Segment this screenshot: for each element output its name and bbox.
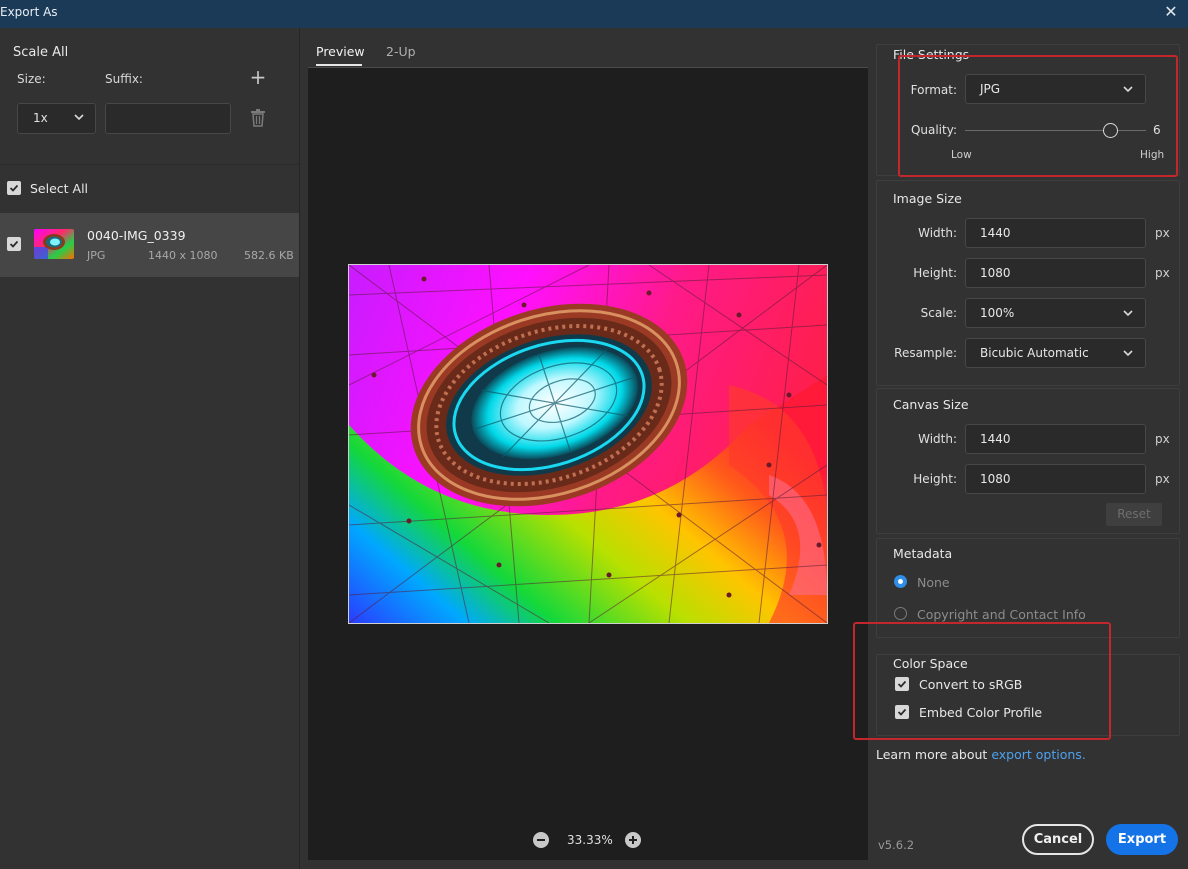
scale-all-title: Scale All (13, 45, 69, 60)
metadata-none-radio[interactable] (894, 575, 907, 588)
canvas-height-label: Height: (913, 472, 957, 486)
preview-image (348, 264, 828, 624)
close-icon[interactable]: ✕ (1163, 3, 1179, 21)
window-title: Export As (0, 5, 58, 19)
zoom-out-icon[interactable] (533, 832, 549, 848)
file-checkbox[interactable] (7, 237, 21, 251)
cancel-button[interactable]: Cancel (1022, 824, 1094, 855)
check-icon (9, 240, 19, 248)
image-size-section: Image Size Width: 1440 px Height: 1080 p… (876, 180, 1180, 386)
zoom-bar: 33.33% (308, 828, 868, 854)
export-button[interactable]: Export (1106, 824, 1178, 855)
select-all-checkbox[interactable] (7, 181, 21, 195)
scale-value: 100% (980, 306, 1015, 320)
settings-panel: File Settings Format: JPG Quality: 6 Low… (868, 28, 1188, 869)
chevron-down-icon (74, 114, 84, 121)
file-dimensions: 1440 x 1080 (148, 249, 218, 262)
image-height-unit: px (1155, 266, 1170, 280)
quality-low-label: Low (951, 149, 972, 161)
size-label: Size: (17, 72, 46, 86)
add-scale-icon[interactable]: + (249, 67, 267, 87)
metadata-title: Metadata (893, 546, 953, 561)
file-row[interactable]: 0040-IMG_0339 JPG 1440 x 1080 582.6 KB (0, 213, 300, 277)
divider (0, 164, 300, 165)
reset-button[interactable]: Reset (1106, 503, 1162, 526)
scale-label: Scale: (920, 306, 957, 320)
tab-2-up[interactable]: 2-Up (386, 44, 416, 59)
select-all-label[interactable]: Select All (30, 181, 88, 196)
quality-slider-knob[interactable] (1103, 123, 1118, 138)
check-icon (9, 184, 19, 192)
canvas-width-unit: px (1155, 432, 1170, 446)
image-width-input[interactable]: 1440 (965, 218, 1146, 248)
image-height-input[interactable]: 1080 (965, 258, 1146, 288)
metadata-copyright-label[interactable]: Copyright and Contact Info (917, 607, 1086, 622)
canvas-height-input[interactable]: 1080 (965, 464, 1146, 494)
image-height-label: Height: (913, 266, 957, 280)
learn-more-prefix: Learn more about (876, 747, 992, 762)
active-tab-indicator (316, 64, 362, 66)
convert-srgb-label[interactable]: Convert to sRGB (919, 677, 1022, 692)
size-value: 1x (33, 111, 48, 125)
canvas-width-label: Width: (918, 432, 957, 446)
convert-srgb-checkbox[interactable] (895, 677, 909, 691)
canvas-size-section: Canvas Size Width: 1440 px Height: 1080 … (876, 388, 1180, 534)
tab-preview[interactable]: Preview (316, 44, 365, 59)
quality-high-label: High (1140, 149, 1165, 161)
chevron-down-icon (1123, 350, 1133, 357)
preview-tabs: Preview 2-Up (308, 28, 868, 68)
embed-profile-checkbox[interactable] (895, 705, 909, 719)
metadata-none-label[interactable]: None (917, 575, 950, 590)
color-space-section: Color Space Convert to sRGB Embed Color … (876, 654, 1180, 736)
canvas-size-title: Canvas Size (893, 397, 969, 412)
file-settings-title: File Settings (893, 47, 970, 62)
check-icon (897, 680, 907, 688)
file-format: JPG (87, 249, 106, 262)
canvas-height-value: 1080 (980, 472, 1011, 486)
format-select[interactable]: JPG (965, 74, 1146, 104)
preview-area: Preview 2-Up 33.33% (308, 28, 868, 869)
suffix-input[interactable] (105, 103, 231, 134)
resample-value: Bicubic Automatic (980, 346, 1089, 360)
canvas-width-input[interactable]: 1440 (965, 424, 1146, 454)
image-width-unit: px (1155, 226, 1170, 240)
size-select[interactable]: 1x (17, 103, 96, 134)
learn-more-text: Learn more about export options. (876, 747, 1086, 762)
quality-slider[interactable] (965, 130, 1146, 131)
preview-canvas[interactable] (308, 68, 868, 860)
scale-panel: Scale All Size: Suffix: + 1x Select All (0, 28, 300, 869)
zoom-level: 33.33% (567, 833, 613, 847)
export-options-link[interactable]: export options. (991, 747, 1085, 762)
embed-profile-label[interactable]: Embed Color Profile (919, 705, 1042, 720)
image-size-title: Image Size (893, 191, 962, 206)
title-bar: Export As ✕ (0, 0, 1188, 28)
trash-icon[interactable] (249, 108, 267, 128)
resample-label: Resample: (894, 346, 957, 360)
file-name: 0040-IMG_0339 (87, 228, 186, 243)
check-icon (897, 708, 907, 716)
image-height-value: 1080 (980, 266, 1011, 280)
quality-value: 6 (1153, 123, 1161, 137)
suffix-label: Suffix: (105, 72, 143, 86)
format-label: Format: (910, 83, 957, 97)
resample-select[interactable]: Bicubic Automatic (965, 338, 1146, 368)
file-settings-section: File Settings Format: JPG Quality: 6 Low… (876, 44, 1180, 176)
chevron-down-icon (1123, 310, 1133, 317)
scale-select[interactable]: 100% (965, 298, 1146, 328)
canvas-width-value: 1440 (980, 432, 1011, 446)
version-label: v5.6.2 (878, 838, 915, 852)
file-size: 582.6 KB (244, 249, 294, 262)
file-thumbnail (34, 229, 74, 259)
canvas-height-unit: px (1155, 472, 1170, 486)
image-width-value: 1440 (980, 226, 1011, 240)
panel-divider (299, 28, 300, 869)
metadata-copyright-radio[interactable] (894, 607, 907, 620)
image-width-label: Width: (918, 226, 957, 240)
color-space-title: Color Space (893, 656, 968, 671)
quality-label: Quality: (910, 123, 957, 137)
metadata-section: Metadata None Copyright and Contact Info (876, 538, 1180, 638)
zoom-in-icon[interactable] (625, 832, 641, 848)
format-value: JPG (980, 82, 1001, 96)
chevron-down-icon (1123, 86, 1133, 93)
